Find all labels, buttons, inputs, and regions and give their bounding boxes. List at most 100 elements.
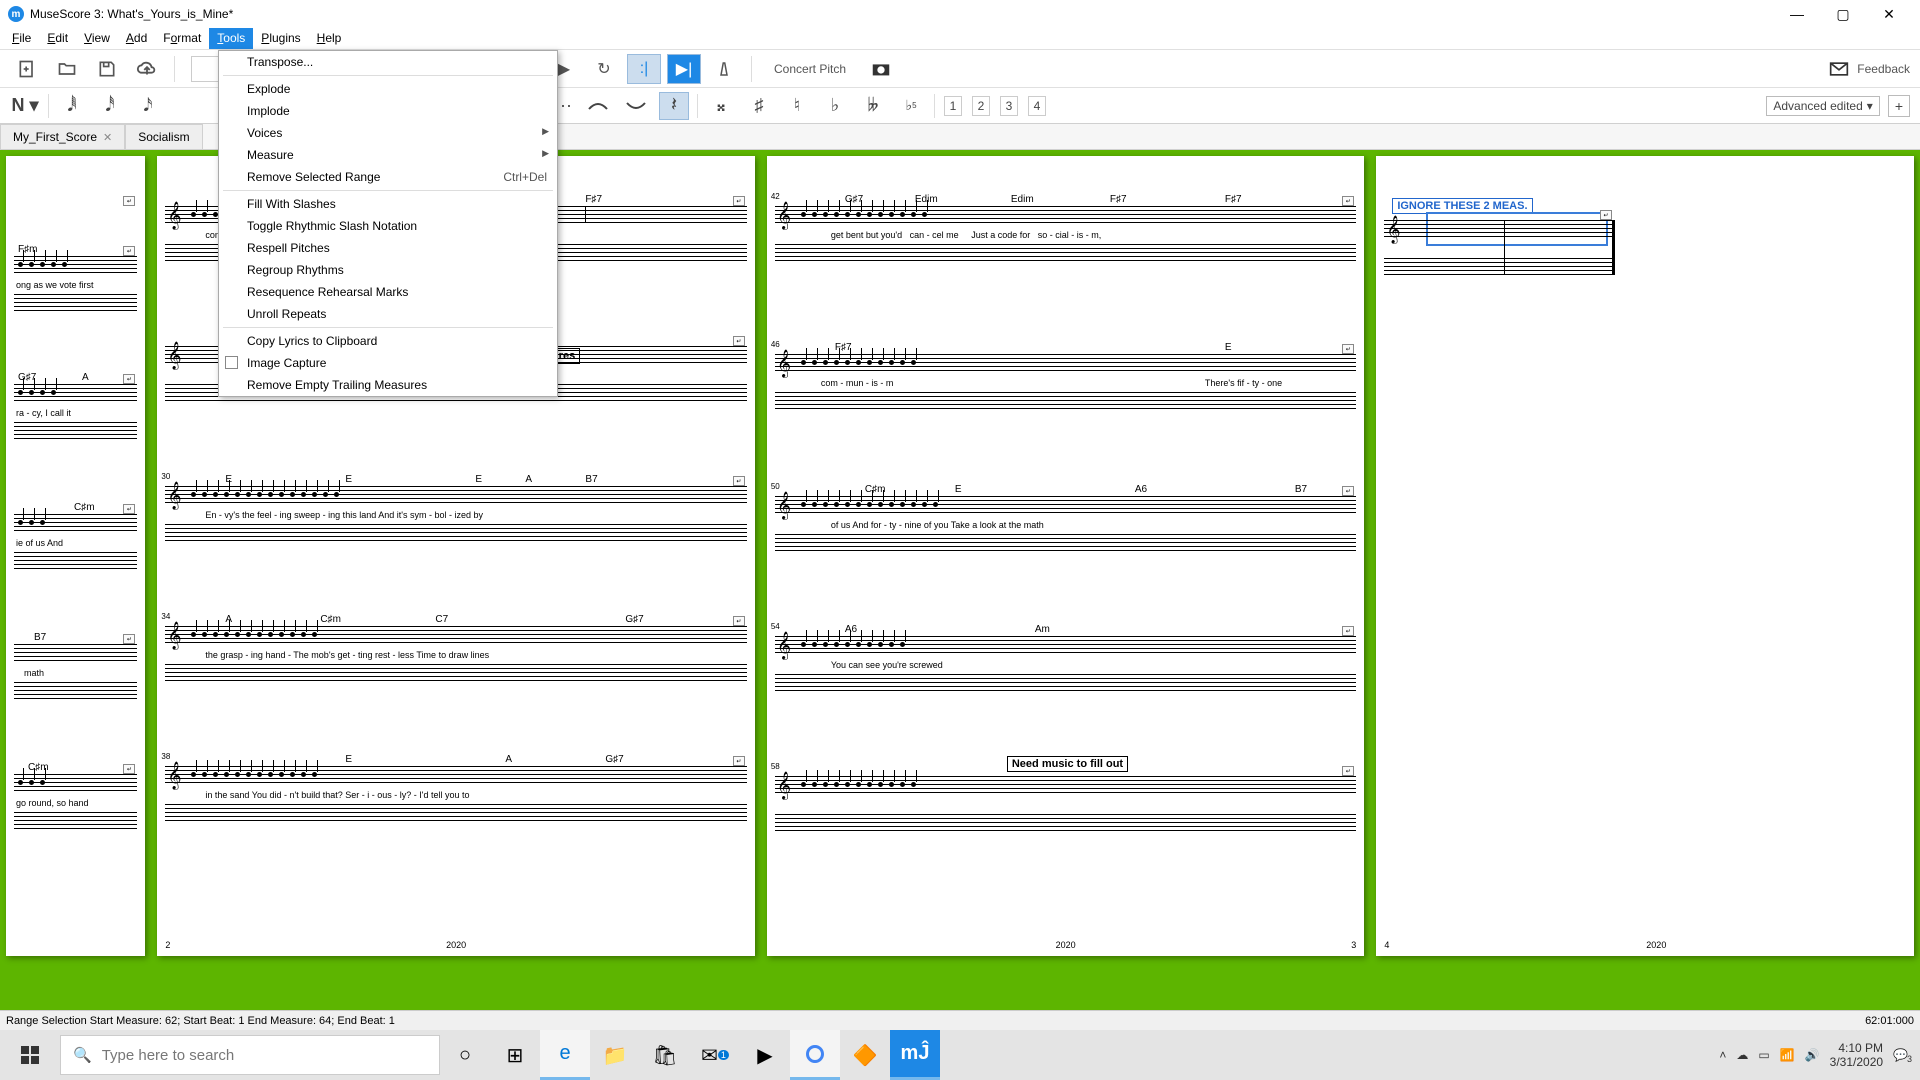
menu-view[interactable]: View [76, 28, 118, 49]
double-flat[interactable]: 𝄫 [858, 92, 888, 120]
window-title: MuseScore 3: What's_Yours_is_Mine* [30, 7, 1774, 21]
notifications-icon[interactable]: 💬3 [1893, 1048, 1908, 1062]
loop-button[interactable]: ↻ [587, 54, 621, 84]
metronome-button[interactable] [707, 54, 741, 84]
explorer-icon[interactable]: 📁 [590, 1030, 640, 1080]
dur-16th[interactable]: 𝅘𝅥𝅯 [133, 92, 163, 120]
menu-plugins[interactable]: Plugins [253, 28, 308, 49]
menu-explode[interactable]: Explode [219, 78, 557, 100]
tab-socialism[interactable]: Socialism [125, 124, 202, 149]
edge-icon[interactable]: e [540, 1030, 590, 1080]
open-button[interactable] [50, 54, 84, 84]
menu-remove-empty[interactable]: Remove Empty Trailing Measures [219, 374, 557, 396]
voice-1[interactable]: 1 [944, 96, 962, 116]
menu-edit[interactable]: Edit [39, 28, 76, 49]
menu-regroup[interactable]: Regroup Rhythms [219, 259, 557, 281]
menu-toggle-slash[interactable]: Toggle Rhythmic Slash Notation [219, 215, 557, 237]
task-view-icon[interactable]: ⊞ [490, 1030, 540, 1080]
chrome-icon[interactable] [790, 1030, 840, 1080]
menu-transpose[interactable]: Transpose... [219, 51, 557, 73]
menu-voices[interactable]: Voices [219, 122, 557, 144]
maximize-button[interactable]: ▢ [1820, 0, 1866, 28]
close-button[interactable]: ✕ [1866, 0, 1912, 28]
save-button[interactable] [90, 54, 124, 84]
tie-button[interactable] [583, 92, 613, 120]
break-icon: ↵ [123, 246, 135, 256]
menu-image-capture[interactable]: Image Capture [219, 352, 557, 374]
accidental-paren[interactable]: ♭5 [896, 92, 926, 120]
note-input-button[interactable]: N ▾ [10, 92, 40, 120]
close-tab-icon[interactable]: ✕ [103, 131, 112, 144]
lyric-text: ra - cy, I call it [16, 408, 71, 418]
media-icon[interactable]: ▶ [740, 1030, 790, 1080]
search-placeholder: Type here to search [102, 1047, 235, 1064]
store-icon[interactable]: 🛍 [640, 1030, 690, 1080]
chord-symbol: E [1225, 342, 1232, 353]
chord-symbol: Edim [1011, 194, 1034, 205]
break-icon: ↵ [1342, 766, 1354, 776]
flat[interactable]: ♭ [820, 92, 850, 120]
workspace-dropdown[interactable]: Advanced edited ▾ [1766, 96, 1879, 116]
new-score-button[interactable] [10, 54, 44, 84]
wifi-icon[interactable]: 📶 [1780, 1048, 1795, 1062]
slur-button[interactable] [621, 92, 651, 120]
voice-4[interactable]: 4 [1028, 96, 1046, 116]
double-sharp[interactable]: 𝄪 [706, 92, 736, 120]
app-icon-2[interactable]: 🔶 [840, 1030, 890, 1080]
search-icon: 🔍 [73, 1046, 92, 1064]
chord-symbol: B7 [585, 474, 597, 485]
status-left: Range Selection Start Measure: 62; Start… [6, 1015, 395, 1027]
feedback-button[interactable]: Feedback [1827, 59, 1910, 79]
natural[interactable]: ♮ [782, 92, 812, 120]
add-workspace-button[interactable]: + [1888, 95, 1910, 117]
loop-out-button[interactable]: ▶| [667, 54, 701, 84]
text-frame-fill[interactable]: Need music to fill out [1007, 756, 1128, 772]
minimize-button[interactable]: — [1774, 0, 1820, 28]
tools-menu-dropdown: Transpose... Explode Implode Voices Meas… [218, 50, 558, 397]
camera-button[interactable] [864, 54, 898, 84]
menu-measure[interactable]: Measure [219, 144, 557, 166]
chord-symbol: E [955, 484, 962, 495]
taskbar-clock[interactable]: 4:10 PM 3/31/2020 [1830, 1041, 1883, 1070]
measure-number: 58 [771, 762, 780, 771]
dur-64th[interactable]: 𝅘𝅥𝅱 [57, 92, 87, 120]
menu-tools[interactable]: Tools [209, 28, 253, 49]
menu-reseq[interactable]: Resequence Rehearsal Marks [219, 281, 557, 303]
menu-format[interactable]: Format [155, 28, 209, 49]
menu-implode[interactable]: Implode [219, 100, 557, 122]
defender-icon[interactable]: ▭ [1758, 1048, 1769, 1062]
menu-file[interactable]: File [4, 28, 39, 49]
voice-2[interactable]: 2 [972, 96, 990, 116]
sharp[interactable]: ♯ [744, 92, 774, 120]
rest-button[interactable]: 𝄽 [659, 92, 689, 120]
cloud-button[interactable] [130, 54, 164, 84]
taskbar-search[interactable]: 🔍 Type here to search [60, 1035, 440, 1075]
measure-number: 30 [161, 472, 170, 481]
score-page-2-partial: ↵ F♯m ↵ ong as we vote first G♯7 A ↵ ra … [6, 156, 145, 956]
mail-icon[interactable]: ✉1 [690, 1030, 740, 1080]
dur-32nd[interactable]: 𝅘𝅥𝅰 [95, 92, 125, 120]
concert-pitch-button[interactable]: Concert Pitch [762, 58, 858, 80]
menu-respell[interactable]: Respell Pitches [219, 237, 557, 259]
menu-copy-lyrics[interactable]: Copy Lyrics to Clipboard [219, 330, 557, 352]
menu-add[interactable]: Add [118, 28, 155, 49]
menu-unroll[interactable]: Unroll Repeats [219, 303, 557, 325]
onedrive-icon[interactable]: ☁ [1736, 1048, 1748, 1062]
voice-3[interactable]: 3 [1000, 96, 1018, 116]
lyric-text: the grasp - ing hand - The mob's get - t… [205, 650, 742, 660]
chord-symbol: A [82, 372, 89, 383]
tray-chevron-icon[interactable]: ˄ [1719, 1048, 1726, 1062]
cortana-icon[interactable]: ○ [440, 1030, 490, 1080]
musescore-taskbar-icon[interactable]: mĴ [890, 1030, 940, 1080]
tab-my-first-score[interactable]: My_First_Score ✕ [0, 124, 125, 149]
lyric-text: of us And for - ty - nine of you Take a … [831, 520, 1352, 530]
lyric-text: ie of us And [16, 538, 63, 548]
menu-fill-slashes[interactable]: Fill With Slashes [219, 193, 557, 215]
menu-remove-range[interactable]: Remove Selected RangeCtrl+Del [219, 166, 557, 188]
menu-help[interactable]: Help [309, 28, 350, 49]
system-tray[interactable]: ˄ ☁ ▭ 📶 🔊 4:10 PM 3/31/2020 💬3 [1719, 1041, 1920, 1070]
start-button[interactable] [0, 1030, 60, 1080]
volume-icon[interactable]: 🔊 [1805, 1048, 1820, 1062]
loop-in-button[interactable]: :| [627, 54, 661, 84]
chord-symbol: E [345, 474, 352, 485]
